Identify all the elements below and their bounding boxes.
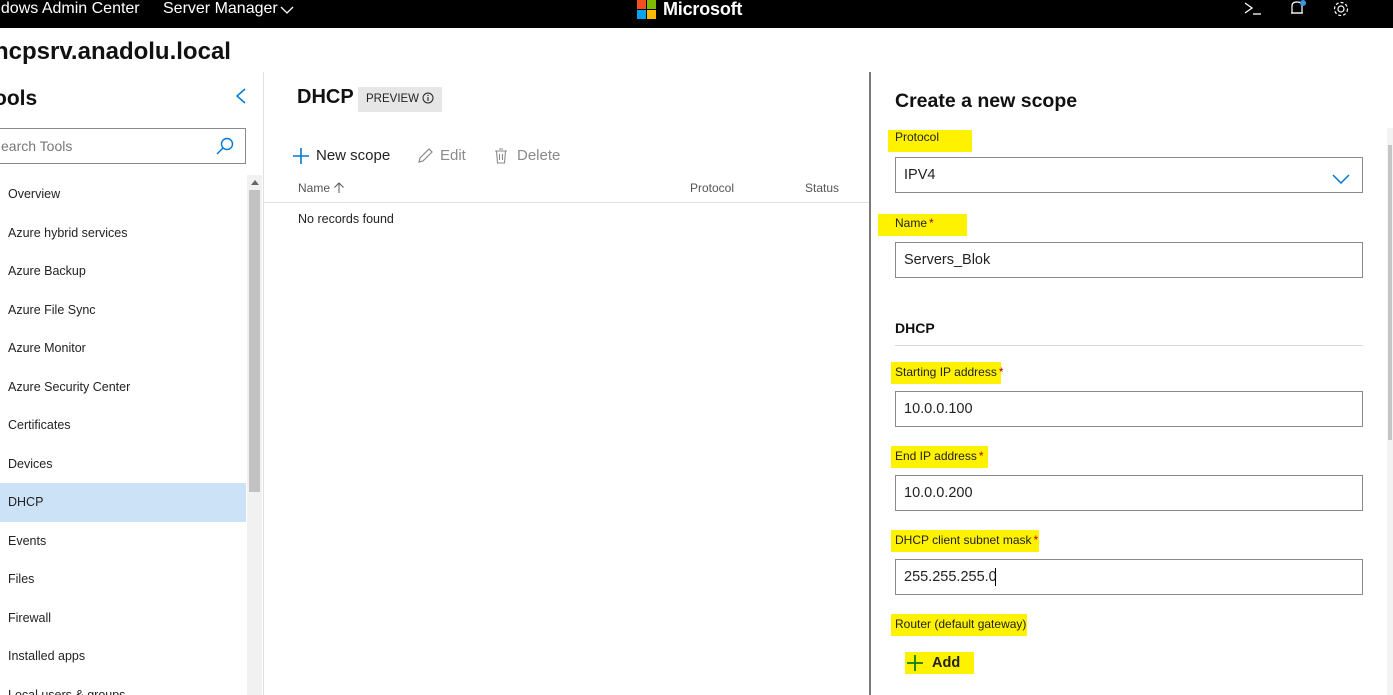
sidebar-item-installed-apps[interactable]: Installed apps xyxy=(0,637,246,676)
sidebar-item-events[interactable]: Events xyxy=(0,522,246,561)
end-ip-label-text: End IP address xyxy=(895,449,977,463)
start-ip-label-text: Starting IP address xyxy=(895,365,997,379)
sidebar-item-azure-file-sync[interactable]: Azure File Sync xyxy=(0,291,246,330)
subnet-mask-input[interactable]: 255.255.255.0 xyxy=(895,559,1363,595)
scope-name-input[interactable]: Servers_Blok xyxy=(895,242,1363,278)
sidebar-item-azure-hybrid-services[interactable]: Azure hybrid services xyxy=(0,214,246,253)
tools-search-box[interactable] xyxy=(0,128,246,164)
empty-table-message: No records found xyxy=(298,212,394,226)
protocol-label: Protocol xyxy=(888,130,972,152)
top-bar: ndows Admin Center Server Manager Micros… xyxy=(0,0,1393,28)
protocol-label-text: Protocol xyxy=(895,130,940,144)
dhcp-section-heading: DHCP xyxy=(895,320,935,336)
required-marker: * xyxy=(998,365,1004,379)
sidebar-item-overview[interactable]: Overview xyxy=(0,175,246,214)
notifications-icon[interactable] xyxy=(1288,0,1308,18)
sidebar-item-azure-monitor[interactable]: Azure Monitor xyxy=(0,329,246,368)
column-header-name[interactable]: Name xyxy=(298,181,345,195)
sidebar-item-files[interactable]: Files xyxy=(0,560,246,599)
panel-scrollbar-thumb[interactable] xyxy=(1388,145,1392,440)
name-label-text: Name xyxy=(895,216,928,230)
required-marker: * xyxy=(929,216,934,230)
tools-list: Overview Azure hybrid services Azure Bac… xyxy=(0,175,246,695)
sidebar-divider xyxy=(263,72,264,695)
server-manager-menu[interactable]: Server Manager xyxy=(163,0,278,18)
chevron-left-icon xyxy=(235,88,246,104)
text-caret xyxy=(995,568,996,586)
start-ip-label: Starting IP address * xyxy=(891,362,1004,384)
sidebar-item-devices[interactable]: Devices xyxy=(0,445,246,484)
router-label: Router (default gateway) xyxy=(891,614,1027,636)
plus-icon xyxy=(293,148,309,164)
sidebar-item-azure-backup[interactable]: Azure Backup xyxy=(0,252,246,291)
section-divider xyxy=(895,345,1363,346)
sidebar-item-certificates[interactable]: Certificates xyxy=(0,406,246,445)
panel-divider xyxy=(869,72,871,695)
preview-badge-label: PREVIEW xyxy=(366,93,420,105)
required-marker: * xyxy=(1033,533,1039,547)
sidebar-item-azure-security-center[interactable]: Azure Security Center xyxy=(0,368,246,407)
delete-label: Delete xyxy=(517,147,561,164)
new-scope-label: New scope xyxy=(316,147,391,164)
end-ip-value: 10.0.0.200 xyxy=(904,485,973,501)
tools-search-input[interactable] xyxy=(0,137,213,155)
tools-title: ools xyxy=(0,87,38,110)
edit-label: Edit xyxy=(440,147,466,164)
name-label: Name * xyxy=(878,214,967,236)
search-icon[interactable] xyxy=(215,137,235,162)
collapse-sidebar-button[interactable] xyxy=(232,86,250,106)
sidebar-item-dhcp[interactable]: DHCP xyxy=(0,483,246,522)
server-name: hcpsrv.anadolu.local xyxy=(0,38,231,65)
start-ip-input[interactable]: 10.0.0.100 xyxy=(895,391,1363,427)
chevron-down-icon[interactable] xyxy=(280,2,294,20)
settings-icon[interactable] xyxy=(1331,0,1351,18)
protocol-dropdown[interactable]: IPV4 xyxy=(895,157,1363,193)
chevron-down-icon[interactable] xyxy=(1332,171,1350,189)
column-header-protocol[interactable]: Protocol xyxy=(690,181,734,195)
subnet-mask-value: 255.255.255.0 xyxy=(904,569,997,585)
sidebar-item-local-users-groups[interactable]: Local users & groups xyxy=(0,676,246,695)
sidebar-item-firewall[interactable]: Firewall xyxy=(0,599,246,638)
subnet-mask-label: DHCP client subnet mask * xyxy=(891,530,1039,552)
scope-name-value: Servers_Blok xyxy=(904,252,991,268)
scroll-up-arrow-icon[interactable] xyxy=(251,180,259,185)
powershell-icon[interactable] xyxy=(1243,0,1263,18)
add-router-button[interactable]: Add xyxy=(905,652,974,674)
end-ip-label: End IP address * xyxy=(891,446,988,468)
trash-icon xyxy=(495,148,507,164)
page-title: DHCP xyxy=(297,86,354,108)
router-label-text: Router (default gateway) xyxy=(895,617,1027,631)
panel-title: Create a new scope xyxy=(895,90,1078,112)
subnet-mask-label-text: DHCP client subnet mask xyxy=(895,533,1032,547)
required-marker: * xyxy=(978,449,984,463)
add-router-label: Add xyxy=(932,655,961,671)
start-ip-value: 10.0.0.100 xyxy=(904,401,973,417)
column-header-status[interactable]: Status xyxy=(805,181,839,195)
app-title[interactable]: ndows Admin Center xyxy=(0,0,140,18)
pencil-icon xyxy=(418,148,433,163)
column-header-name-label: Name xyxy=(298,181,331,195)
protocol-selected-value: IPV4 xyxy=(904,167,936,183)
end-ip-input[interactable]: 10.0.0.200 xyxy=(895,475,1363,511)
table-header-divider xyxy=(264,202,869,203)
brand-name: Microsoft xyxy=(663,0,743,19)
microsoft-logo-icon xyxy=(637,0,657,20)
preview-badge: PREVIEW xyxy=(358,87,443,112)
sidebar-scrollbar-thumb[interactable] xyxy=(249,190,260,492)
info-icon[interactable] xyxy=(422,92,434,104)
sort-ascending-icon xyxy=(334,182,345,193)
plus-icon xyxy=(907,655,923,676)
